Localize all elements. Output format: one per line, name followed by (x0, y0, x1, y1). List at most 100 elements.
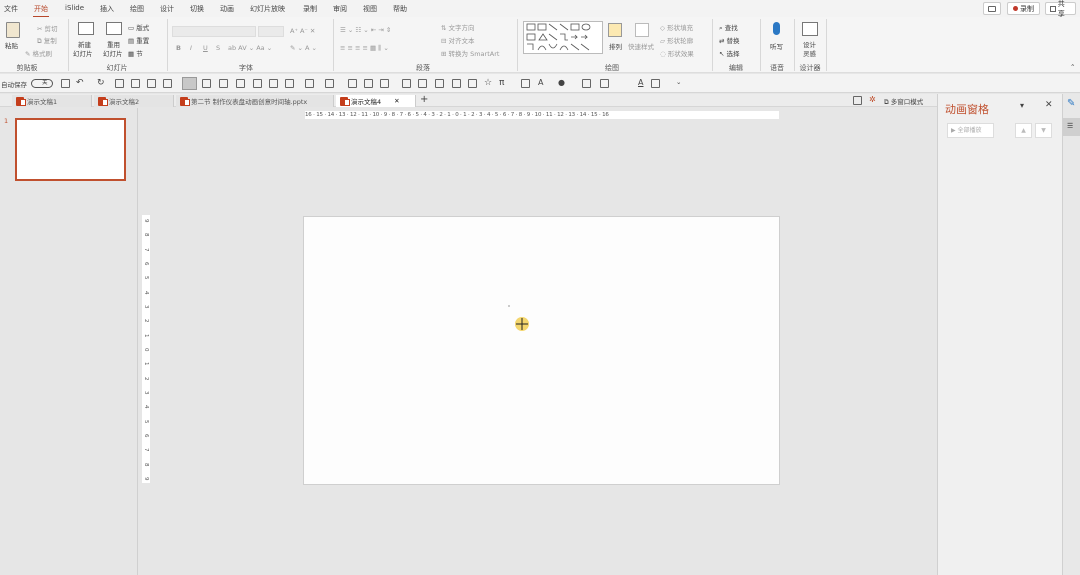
slide-canvas[interactable] (303, 216, 780, 485)
grow-font-icon[interactable]: A⁺ A⁻ ✕ (290, 27, 315, 35)
qat-tool-icon[interactable] (147, 79, 156, 88)
reuse-slide-label-2[interactable]: 幻灯片 (103, 48, 123, 58)
font-color-icons[interactable]: ✎ ⌄ A ⌄ (290, 44, 317, 52)
star-icon[interactable]: ☆ (484, 78, 492, 88)
tab-file[interactable]: 文件 (4, 4, 18, 14)
dictate-button[interactable]: 听写 (770, 41, 783, 51)
redo-icon[interactable]: ↻ (97, 78, 105, 88)
doc-tab[interactable]: 第二节 制作仪表盘动画创意时间轴.pptx (176, 95, 334, 107)
play-all-button[interactable]: ▶ 全部播放 (947, 123, 994, 138)
arrange-button[interactable]: 排列 (609, 41, 622, 51)
qat-tool-icon[interactable] (163, 79, 172, 88)
close-icon[interactable]: ✕ (1045, 100, 1053, 110)
replace-button[interactable]: ⇄ 替换 (719, 35, 740, 45)
font-more-icons[interactable]: ab AV ⌄ Aa ⌄ (228, 44, 272, 52)
shadow-button[interactable]: S (216, 44, 220, 52)
smartart-button[interactable]: ⊞ 转换为 SmartArt (441, 48, 499, 58)
shape-fill-icon[interactable]: ● (558, 78, 565, 87)
qat-tool-icon[interactable] (253, 79, 262, 88)
doc-tab-active[interactable]: 演示文稿4 ✕ (336, 95, 416, 107)
italic-button[interactable]: I (190, 44, 192, 52)
autosave-toggle[interactable]: 关 (31, 79, 53, 88)
collapse-ribbon-icon[interactable]: ⌃ (1070, 63, 1075, 71)
tab-help[interactable]: 帮助 (393, 4, 407, 14)
qat-tool-icon[interactable] (364, 79, 373, 88)
customize-qat-icon[interactable]: ⌄ (676, 78, 681, 86)
underline-button[interactable]: U (203, 44, 208, 52)
slide-thumbnail[interactable] (15, 118, 126, 181)
doc-tab[interactable]: 演示文稿2 (94, 95, 174, 107)
animation-pane-icon[interactable]: ☰ (1063, 118, 1080, 136)
qat-tool-icon[interactable] (285, 79, 294, 88)
text-direction-button[interactable]: ⇅ 文字方向 (441, 22, 475, 32)
tab-design[interactable]: 设计 (160, 4, 174, 14)
qat-tool-icon[interactable] (305, 79, 314, 88)
arrange-icon[interactable] (608, 23, 622, 37)
tab-record[interactable]: 录制 (303, 4, 317, 14)
tab-slideshow[interactable]: 幻灯片放映 (250, 4, 285, 14)
qat-tool-icon[interactable] (468, 79, 477, 88)
select-button[interactable]: ↖ 选择 (719, 48, 740, 58)
paste-button[interactable]: 粘贴 (5, 40, 18, 50)
qat-tool-icon[interactable] (582, 79, 591, 88)
qat-tool-icon[interactable] (600, 79, 609, 88)
layout-button[interactable]: ▭ 版式 (128, 22, 149, 32)
shape-fill-button[interactable]: ◇ 形状填充 (660, 22, 693, 32)
font-name-dropdown[interactable] (172, 26, 256, 37)
tab-review[interactable]: 审阅 (333, 4, 347, 14)
move-down-icon[interactable]: ▼ (1035, 123, 1052, 138)
new-slide-label-2[interactable]: 幻灯片 (73, 48, 93, 58)
align-text-button[interactable]: ⊟ 对齐文本 (441, 35, 475, 45)
doc-tab[interactable]: 演示文稿1 (12, 95, 92, 107)
share-button[interactable]: 共享 (1045, 0, 1076, 18)
font-size-dropdown[interactable] (258, 26, 284, 37)
paste-icon[interactable] (6, 22, 20, 38)
tab-insert[interactable]: 插入 (100, 4, 114, 14)
qat-tool-icon[interactable] (219, 79, 228, 88)
font-color-icon[interactable]: A (538, 78, 543, 87)
qat-tool-icon[interactable] (348, 79, 357, 88)
tab-home[interactable]: 开始 (33, 4, 49, 18)
reuse-slide-icon[interactable] (106, 22, 122, 35)
equation-icon[interactable]: π (499, 78, 504, 88)
qat-selected-tool-icon[interactable] (182, 77, 197, 90)
qat-tool-icon[interactable] (435, 79, 444, 88)
save-icon[interactable] (61, 79, 70, 88)
qat-tool-icon[interactable] (402, 79, 411, 88)
qat-tool-icon[interactable] (418, 79, 427, 88)
shapes-gallery[interactable] (523, 21, 603, 54)
reset-button[interactable]: ▤ 重置 (128, 35, 149, 45)
list-buttons[interactable]: ☰ ⌄ ☷ ⌄ ⇤ ⇥ ⇕ (340, 26, 391, 34)
tab-islide[interactable]: iSlide (65, 4, 84, 12)
section-button[interactable]: ▦ 节 (128, 48, 143, 58)
qat-tool-icon[interactable] (236, 79, 245, 88)
gear-icon[interactable]: ✲ (869, 95, 876, 104)
pin-icon[interactable] (853, 96, 862, 105)
record-button[interactable]: 录制 (1007, 2, 1040, 15)
tab-transitions[interactable]: 切换 (190, 4, 204, 14)
qat-tool-icon[interactable] (269, 79, 278, 88)
qat-tool-icon[interactable] (131, 79, 140, 88)
qat-tool-icon[interactable] (202, 79, 211, 88)
designer-label-2[interactable]: 灵感 (803, 48, 816, 58)
bold-button[interactable]: B (176, 44, 181, 52)
shape-effects-button[interactable]: ◌ 形状效果 (660, 48, 694, 58)
close-icon[interactable]: ✕ (394, 97, 399, 105)
quick-styles-icon[interactable] (635, 23, 649, 37)
tab-animations[interactable]: 动画 (220, 4, 234, 14)
new-slide-icon[interactable] (78, 22, 94, 35)
tab-view[interactable]: 视图 (363, 4, 377, 14)
qat-tool-icon[interactable] (651, 79, 660, 88)
find-button[interactable]: ⌕ 查找 (719, 22, 738, 33)
quick-styles-button[interactable]: 快速样式 (628, 41, 654, 51)
multi-window-button[interactable]: ⧉ 多窗口模式 (884, 96, 923, 107)
qat-tool-icon[interactable] (115, 79, 124, 88)
pane-options-icon[interactable]: ▾ (1020, 101, 1024, 110)
move-up-icon[interactable]: ▲ (1015, 123, 1032, 138)
text-color-icon[interactable]: A (638, 78, 643, 87)
qat-tool-icon[interactable] (452, 79, 461, 88)
qat-tool-icon[interactable] (380, 79, 389, 88)
new-tab-icon[interactable]: + (420, 94, 428, 105)
tab-draw[interactable]: 绘图 (130, 4, 144, 14)
copy-button[interactable]: ⧉ 复制 (37, 35, 57, 46)
